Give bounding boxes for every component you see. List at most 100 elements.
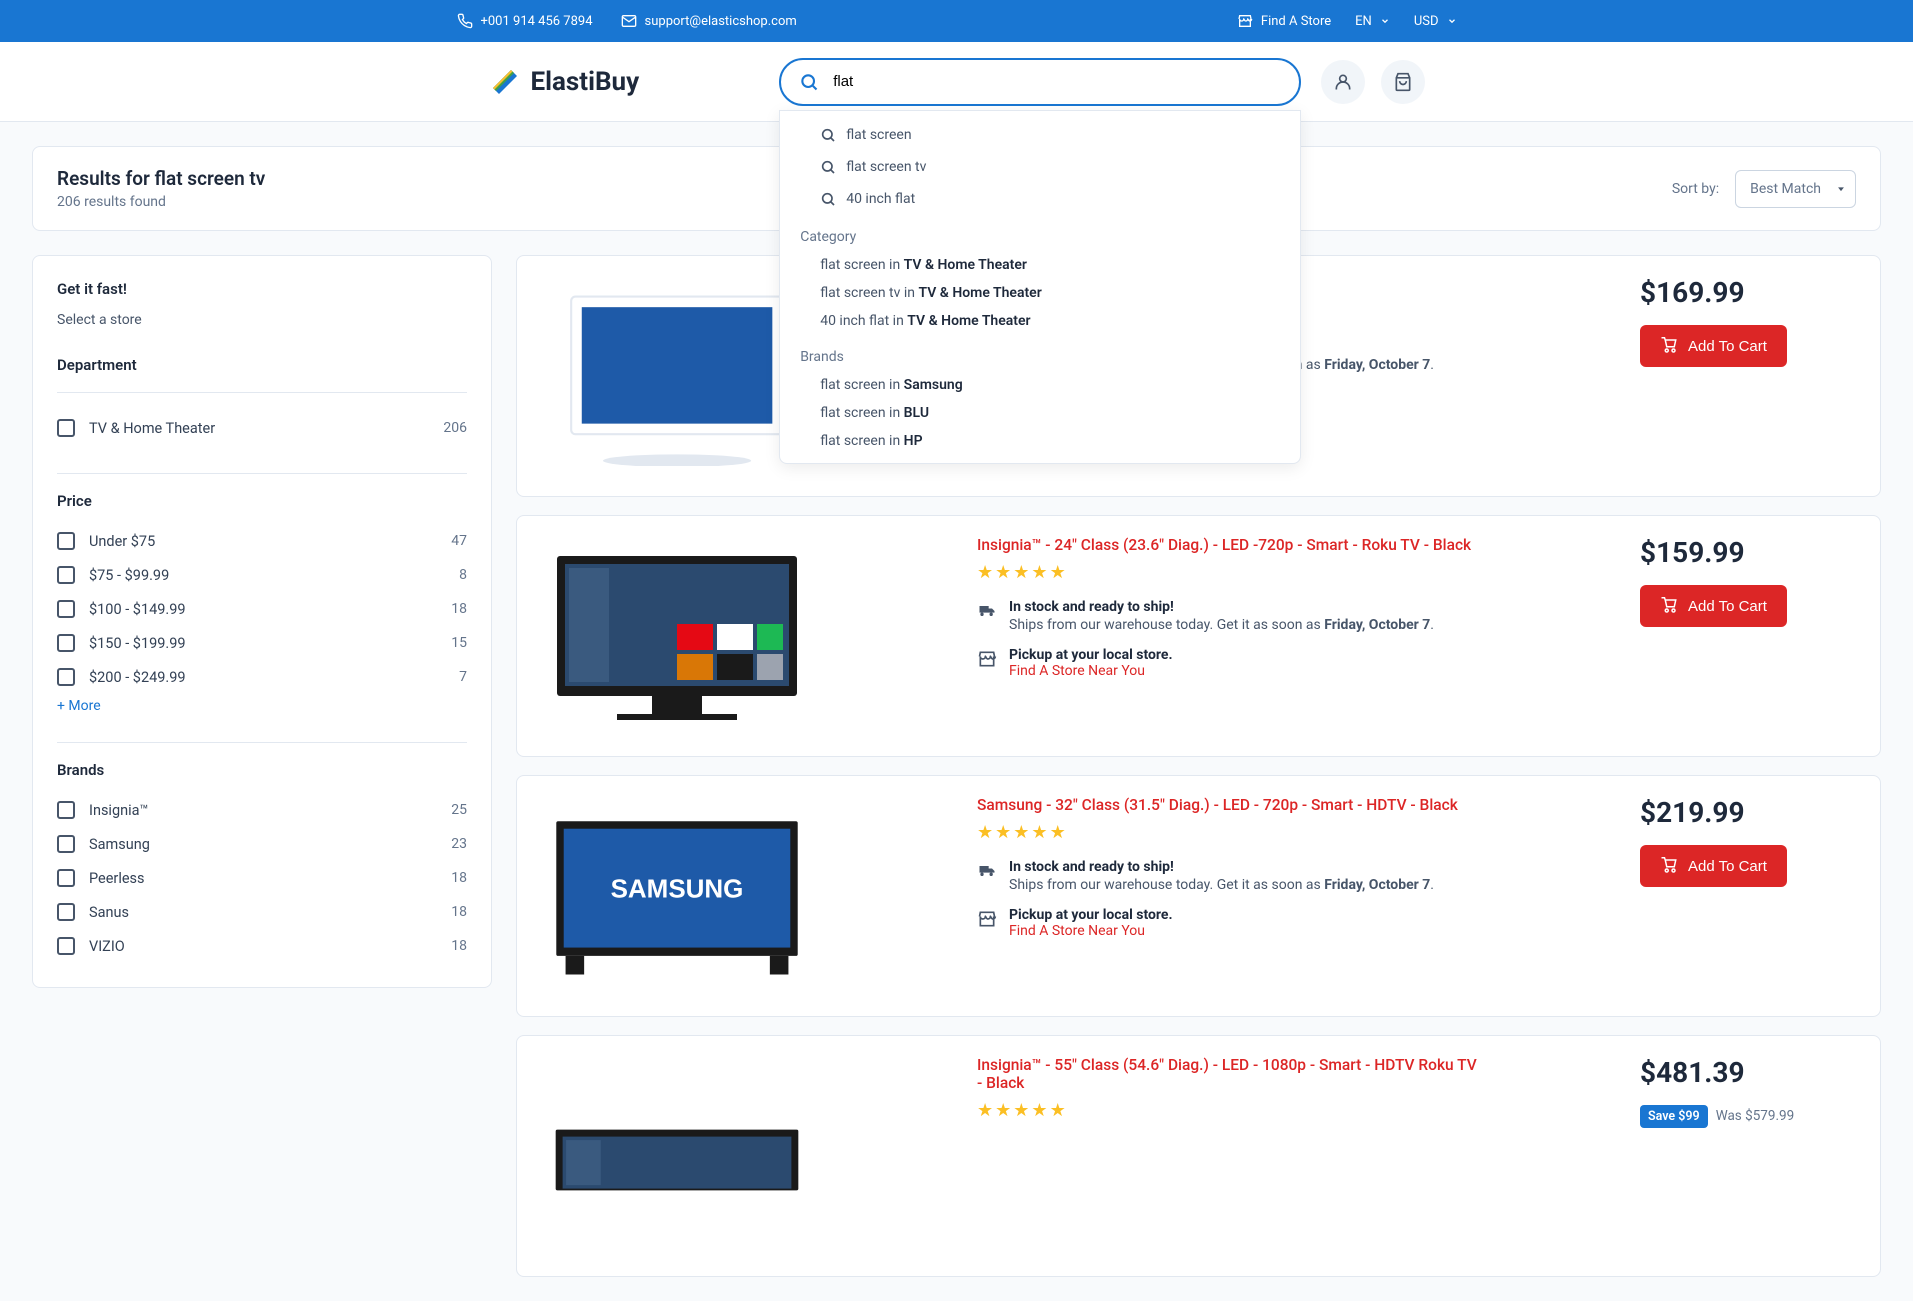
find-store-link[interactable]: Find A Store: [1237, 13, 1331, 29]
logo-icon: [489, 66, 521, 98]
phone-icon: [457, 13, 473, 29]
search-wrap: flat screen flat screen tv 40 inch flat …: [779, 58, 1300, 106]
more-link[interactable]: + More: [57, 698, 467, 714]
ac-term[interactable]: flat screen tv: [780, 151, 1299, 183]
was-price: Was $579.99: [1716, 1108, 1795, 1124]
checkbox[interactable]: [57, 801, 75, 819]
ac-brand-item[interactable]: flat screen in BLU: [780, 399, 1299, 427]
checkbox[interactable]: [57, 668, 75, 686]
account-button[interactable]: [1321, 60, 1365, 104]
lang-select[interactable]: EN: [1355, 14, 1390, 29]
filter-price-item[interactable]: $75 - $99.998: [57, 558, 467, 592]
filter-brand-item[interactable]: Samsung23: [57, 827, 467, 861]
search-input[interactable]: [779, 58, 1300, 106]
shipping-row: In stock and ready to ship!Ships from ou…: [977, 599, 1480, 633]
cart-button[interactable]: [1381, 60, 1425, 104]
filter-brands-title: Brands: [57, 761, 467, 779]
filter-price-item[interactable]: $100 - $149.9918: [57, 592, 467, 626]
chevron-down-icon: [1380, 16, 1390, 26]
ac-category-item[interactable]: 40 inch flat in TV & Home Theater: [780, 307, 1299, 335]
checkbox[interactable]: [57, 600, 75, 618]
product-price: $159.99: [1640, 536, 1860, 569]
find-store-link[interactable]: Find A Store Near You: [1009, 663, 1173, 679]
save-badge: Save $99: [1640, 1105, 1708, 1128]
sortby-label: Sort by:: [1672, 181, 1719, 197]
filter-price-title: Price: [57, 492, 467, 510]
add-to-cart-button[interactable]: Add To Cart: [1640, 325, 1787, 367]
checkbox[interactable]: [57, 903, 75, 921]
store-icon: [977, 909, 997, 939]
star-rating: ★★★★★: [977, 562, 1480, 583]
product-title[interactable]: Insignia™ - 55" Class (54.6" Diag.) - LE…: [977, 1056, 1480, 1092]
product-image[interactable]: [537, 1056, 817, 1256]
add-to-cart-button[interactable]: Add To Cart: [1640, 585, 1787, 627]
filter-price-item[interactable]: $200 - $249.997: [57, 660, 467, 694]
topbar-phone[interactable]: +001 914 456 7894: [457, 13, 593, 29]
product-card: Insignia™ - 24" Class (23.6" Diag.) - LE…: [516, 515, 1881, 757]
ac-brand-item[interactable]: flat screen in Samsung: [780, 371, 1299, 399]
filter-getfast-title: Get it fast!: [57, 280, 467, 298]
find-store-link[interactable]: Find A Store Near You: [1009, 923, 1173, 939]
product-image[interactable]: [537, 276, 817, 476]
filter-department-title: Department: [57, 356, 467, 374]
product-price: $169.99: [1640, 276, 1860, 309]
checkbox[interactable]: [57, 869, 75, 887]
product-price: $219.99: [1640, 796, 1860, 829]
logo[interactable]: ElastiBuy: [489, 66, 640, 98]
filter-brand-item[interactable]: VIZIO18: [57, 929, 467, 963]
filter-getfast-sub[interactable]: Select a store: [57, 312, 467, 328]
checkbox[interactable]: [57, 835, 75, 853]
ac-category-item[interactable]: flat screen in TV & Home Theater: [780, 251, 1299, 279]
results-count: 206 results found: [57, 194, 265, 210]
logo-text: ElastiBuy: [531, 67, 640, 97]
star-rating: ★★★★★: [977, 822, 1480, 843]
pickup-row: Pickup at your local store.Find A Store …: [977, 907, 1480, 939]
filter-price-item[interactable]: $150 - $199.9915: [57, 626, 467, 660]
star-rating: ★★★★★: [977, 1100, 1480, 1121]
filter-brand-item[interactable]: Peerless18: [57, 861, 467, 895]
search-icon: [820, 159, 836, 175]
divider: [57, 742, 467, 743]
search-icon: [820, 191, 836, 207]
product-image[interactable]: SAMSUNG: [537, 796, 817, 996]
checkbox[interactable]: [57, 634, 75, 652]
product-title[interactable]: Insignia™ - 24" Class (23.6" Diag.) - LE…: [977, 536, 1480, 554]
topbar-phone-text: +001 914 456 7894: [481, 14, 593, 29]
truck-icon: [977, 601, 997, 633]
checkbox[interactable]: [57, 419, 75, 437]
filter-department-item[interactable]: TV & Home Theater 206: [57, 411, 467, 445]
ac-term[interactable]: flat screen: [780, 119, 1299, 151]
mail-icon: [621, 13, 637, 29]
store-icon: [1237, 13, 1253, 29]
shipping-row: In stock and ready to ship!Ships from ou…: [977, 859, 1480, 893]
filter-price-item[interactable]: Under $7547: [57, 524, 467, 558]
product-image[interactable]: [537, 536, 817, 736]
search-autocomplete: flat screen flat screen tv 40 inch flat …: [779, 110, 1300, 464]
bag-icon: [1393, 72, 1413, 92]
checkbox[interactable]: [57, 566, 75, 584]
pickup-row: Pickup at your local store.Find A Store …: [977, 647, 1480, 679]
search-icon: [820, 127, 836, 143]
chevron-down-icon: [1447, 16, 1457, 26]
ac-term[interactable]: 40 inch flat: [780, 183, 1299, 215]
results-title: Results for flat screen tv: [57, 167, 265, 190]
navbar: ElastiBuy flat screen flat screen tv 40 …: [0, 42, 1913, 122]
ac-brand-item[interactable]: flat screen in HP: [780, 427, 1299, 455]
product-title[interactable]: Samsung - 32" Class (31.5" Diag.) - LED …: [977, 796, 1480, 814]
filter-brand-item[interactable]: Sanus18: [57, 895, 467, 929]
checkbox[interactable]: [57, 937, 75, 955]
truck-icon: [977, 861, 997, 893]
topbar-email[interactable]: support@elasticshop.com: [621, 13, 797, 29]
store-icon: [977, 649, 997, 679]
checkbox[interactable]: [57, 532, 75, 550]
svg-text:SAMSUNG: SAMSUNG: [611, 874, 744, 904]
filter-brand-item[interactable]: Insignia™25: [57, 793, 467, 827]
currency-select[interactable]: USD: [1414, 14, 1457, 29]
divider: [57, 473, 467, 474]
sort-select[interactable]: Best Match: [1735, 170, 1856, 208]
ac-brands-header: Brands: [780, 335, 1299, 371]
topbar: +001 914 456 7894 support@elasticshop.co…: [0, 0, 1913, 42]
ac-category-item[interactable]: flat screen tv in TV & Home Theater: [780, 279, 1299, 307]
add-to-cart-button[interactable]: Add To Cart: [1640, 845, 1787, 887]
product-card: Insignia™ - 55" Class (54.6" Diag.) - LE…: [516, 1035, 1881, 1277]
